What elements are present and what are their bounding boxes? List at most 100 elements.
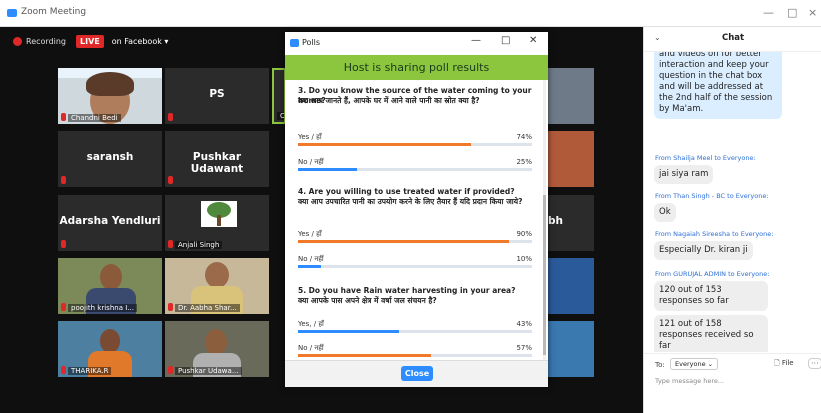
poll-option-label: Yes / हाँ: [298, 230, 322, 238]
maximize-button[interactable]: □: [787, 6, 797, 19]
recording-bar: Recording LIVE on Facebook ▾: [13, 34, 168, 48]
poll-option-percent: 25%: [516, 158, 532, 166]
poll-result-fill: [298, 168, 357, 171]
live-stream-menu[interactable]: on Facebook ▾: [112, 37, 169, 46]
muted-mic-icon: [61, 113, 66, 121]
chat-sender: From Than Singh - BC to Everyone:: [655, 192, 769, 200]
poll-scroll-thumb[interactable]: [543, 195, 546, 355]
poll-results-window: Polls — □ ✕ Host is sharing poll results…: [285, 32, 548, 387]
poll-close-x-button[interactable]: ✕: [529, 35, 537, 46]
muted-mic-icon: [61, 240, 66, 248]
video-tile[interactable]: THARIKA.R: [58, 321, 162, 377]
video-tile[interactable]: [548, 258, 594, 314]
poll-maximize-button[interactable]: □: [501, 35, 510, 46]
chat-message: jai siya ram: [654, 165, 714, 184]
chat-sender: From GURUJAL ADMIN to Everyone:: [655, 270, 770, 278]
participant-name: Adarsha Yendluri: [59, 215, 161, 227]
chat-message: 121 out of 158 responses received so far: [654, 315, 768, 352]
chat-title: Chat: [721, 33, 745, 43]
poll-option-percent: 74%: [516, 133, 532, 141]
poll-result-bar: [298, 168, 532, 171]
video-tile[interactable]: [548, 131, 594, 187]
poll-option-percent: 57%: [516, 344, 532, 352]
recipient-select[interactable]: Everyone ⌄: [670, 358, 719, 370]
muted-mic-icon: [168, 176, 173, 184]
video-tile[interactable]: Anjali Singh: [165, 195, 269, 251]
video-tile[interactable]: Chandni Bedi: [58, 68, 162, 124]
poll-titlebar: Polls — □ ✕: [285, 32, 548, 54]
chat-message: Especially Dr. kiran ji: [654, 241, 753, 260]
chat-message: Ok: [654, 203, 676, 222]
minimize-button[interactable]: —: [763, 6, 774, 19]
chat-input[interactable]: Type message here...: [655, 377, 724, 385]
window-titlebar: Zoom Meeting — □ ×: [0, 0, 821, 27]
poll-result-fill: [298, 265, 322, 268]
close-window-button[interactable]: ×: [808, 6, 817, 19]
video-tile[interactable]: PS: [165, 68, 269, 124]
muted-mic-icon: [168, 303, 173, 311]
window-title: Zoom Meeting: [21, 7, 87, 17]
poll-result-fill: [298, 143, 472, 146]
poll-option-percent: 43%: [516, 320, 532, 328]
video-tile[interactable]: saransh: [58, 131, 162, 187]
poll-footer: Close: [285, 360, 548, 387]
chat-messages[interactable]: keep your mics on mute and videos on for…: [644, 52, 821, 352]
chat-sender: From Nagaiah Sireesha to Everyone:: [655, 230, 774, 238]
poll-option-label: No / नहीं: [298, 255, 324, 263]
chat-panel: ⌄ Chat keep your mics on mute and videos…: [643, 27, 821, 413]
poll-result-fill: [298, 330, 399, 333]
video-tile[interactable]: Adarsha Yendluri: [58, 195, 162, 251]
divider: [644, 353, 821, 354]
participant-name: PS: [209, 88, 225, 100]
chat-message: keep your mics on mute and videos on for…: [654, 52, 782, 119]
poll-result-fill: [298, 240, 509, 243]
video-tile[interactable]: bh: [548, 195, 594, 251]
chat-message: 120 out of 153 responses so far: [654, 281, 768, 311]
poll-question-hi: क्या आप जानते हैं, आपके घर में आने वाले …: [298, 96, 480, 105]
poll-option-percent: 90%: [516, 230, 532, 238]
participant-name: saransh: [86, 151, 134, 163]
poll-option-percent: 10%: [516, 255, 532, 263]
polls-app-icon: [290, 39, 299, 47]
video-tile[interactable]: Dr. Aabha Shar...: [165, 258, 269, 314]
close-poll-button[interactable]: Close: [401, 366, 433, 381]
participant-name: THARIKA.R: [68, 367, 112, 375]
poll-option-label: Yes / हाँ: [298, 133, 322, 141]
poll-result-bar: [298, 265, 532, 268]
to-label: To:: [655, 361, 665, 369]
participant-name: poojith krishna I...: [68, 304, 137, 312]
muted-mic-icon: [61, 176, 66, 184]
participant-name: bh: [548, 215, 563, 227]
participant-name: Pushkar Udawa...: [175, 367, 242, 375]
poll-result-bar: [298, 330, 532, 333]
video-tile[interactable]: poojith krishna I...: [58, 258, 162, 314]
poll-question-en: 5. Do you have Rain water harvesting in …: [298, 286, 516, 295]
participant-name: Dr. Aabha Shar...: [175, 304, 240, 312]
poll-scrollbar[interactable]: [543, 80, 546, 360]
profile-image: [201, 201, 237, 227]
video-tile[interactable]: Pushkar Udawant: [165, 131, 269, 187]
live-badge: LIVE: [76, 34, 104, 48]
muted-mic-icon: [61, 366, 66, 374]
file-button[interactable]: 🗋 File: [774, 359, 794, 370]
video-tile[interactable]: Or: [272, 68, 286, 124]
poll-option-label: No / नहीं: [298, 158, 324, 166]
poll-option-label: Yes, / हाँ: [298, 320, 324, 328]
more-options-button[interactable]: ···: [808, 358, 821, 369]
poll-minimize-button[interactable]: —: [471, 35, 481, 46]
poll-option-label: No / नहीं: [298, 344, 324, 352]
poll-result-bar: [298, 143, 532, 146]
video-tile[interactable]: [548, 321, 594, 377]
video-tile[interactable]: [548, 68, 594, 124]
muted-mic-icon: [61, 303, 66, 311]
poll-result-bar: [298, 354, 532, 357]
poll-banner: Host is sharing poll results: [285, 55, 548, 80]
poll-question-hi: क्या आपके पास अपने क्षेत्र में वर्षा जल …: [298, 296, 437, 305]
poll-result-bar: [298, 240, 532, 243]
muted-mic-icon: [168, 366, 173, 374]
video-tile[interactable]: Pushkar Udawa...: [165, 321, 269, 377]
muted-mic-icon: [168, 240, 173, 248]
participant-name: Anjali Singh: [175, 241, 223, 249]
recording-label: Recording: [26, 36, 67, 46]
chat-sender: From Shailja Meel to Everyone:: [655, 154, 756, 162]
